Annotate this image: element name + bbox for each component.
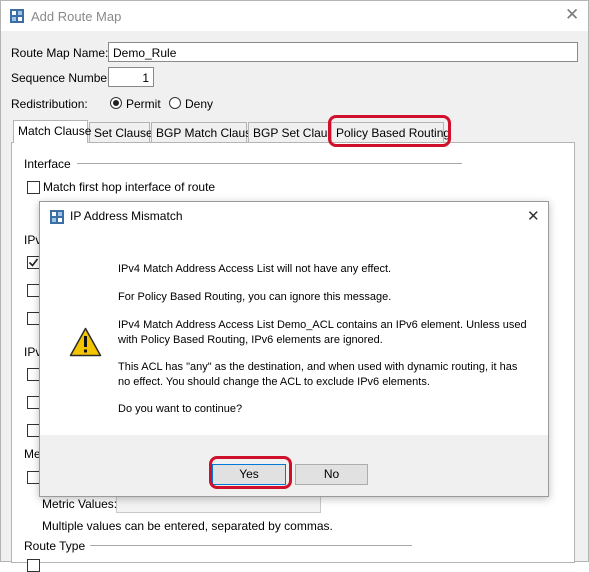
permit-label[interactable]: Permit — [126, 97, 161, 111]
message-line: For Policy Based Routing, you can ignore… — [118, 291, 392, 303]
no-button[interactable]: No — [295, 464, 368, 485]
tab-bgp-match-clause[interactable]: BGP Match Clause — [151, 122, 258, 142]
ip-address-mismatch-dialog: IP Address Mismatch ✕ IPv4 Match Address… — [39, 201, 549, 497]
interface-separator — [77, 163, 462, 164]
sequence-number-input[interactable]: 1 — [108, 67, 154, 87]
route-type-heading: Route Type — [24, 539, 86, 553]
window-titlebar: Add Route Map ✕ — [1, 1, 588, 31]
message-line: IPv4 Match Address Access List will not … — [118, 263, 392, 275]
tab-set-clause[interactable]: Set Clause — [89, 122, 153, 142]
deny-label[interactable]: Deny — [185, 97, 213, 111]
yes-button-highlight — [209, 456, 292, 489]
metric-values-label: Metric Values: — [42, 497, 118, 511]
sequence-number-label: Sequence Number: — [11, 71, 115, 85]
close-icon[interactable]: ✕ — [527, 207, 540, 225]
permit-radio[interactable] — [110, 97, 122, 109]
metric-values-input[interactable] — [116, 495, 321, 513]
route-map-name-input[interactable]: Demo_Rule — [108, 42, 578, 62]
close-icon[interactable]: ✕ — [565, 6, 579, 24]
policy-based-routing-highlight — [328, 115, 451, 147]
route-type-checkbox[interactable] — [27, 559, 40, 572]
app-icon — [50, 210, 64, 224]
dialog-title: IP Address Mismatch — [70, 209, 183, 223]
deny-radio[interactable] — [169, 97, 181, 109]
app-icon — [10, 9, 24, 23]
interface-heading: Interface — [24, 157, 71, 171]
tab-match-clause[interactable]: Match Clause — [13, 120, 91, 143]
message-line: IPv4 Match Address Access List Demo_ACL … — [118, 319, 527, 346]
warning-icon — [69, 327, 102, 357]
match-first-hop-checkbox[interactable] — [27, 181, 40, 194]
redistribution-label: Redistribution: — [11, 97, 88, 111]
check-icon — [28, 258, 39, 267]
window-title: Add Route Map — [31, 9, 122, 24]
match-first-hop-label: Match first hop interface of route — [43, 180, 216, 194]
tab-bgp-set-clause[interactable]: BGP Set Clause — [248, 122, 340, 142]
route-map-name-label: Route Map Name: — [11, 46, 109, 60]
message-line: Do you want to continue? — [118, 403, 243, 415]
message-line: This ACL has "any" as the destination, a… — [118, 361, 518, 388]
dialog-titlebar: IP Address Mismatch ✕ — [40, 202, 548, 230]
route-type-separator — [90, 545, 412, 546]
metric-hint: Multiple values can be entered, separate… — [42, 519, 333, 533]
dialog-body: IPv4 Match Address Access List will not … — [40, 230, 548, 435]
